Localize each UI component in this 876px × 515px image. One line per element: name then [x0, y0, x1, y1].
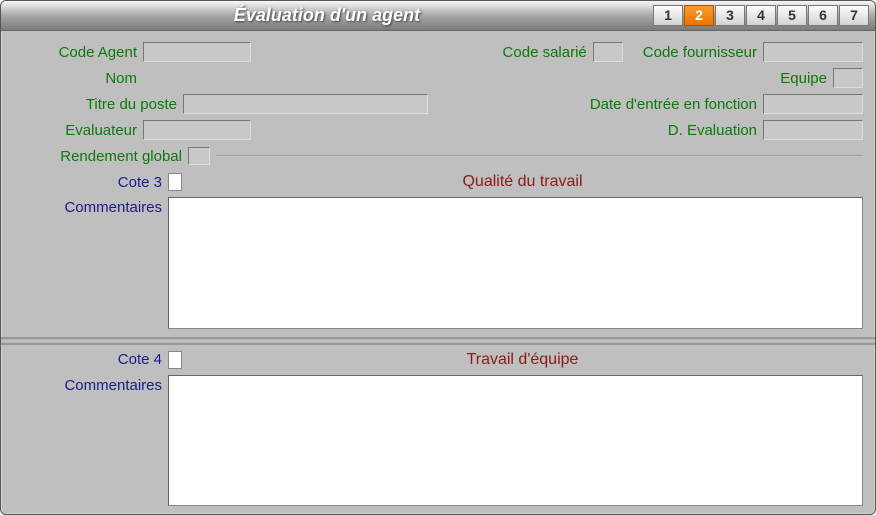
panel-separator [1, 337, 875, 345]
d-evaluation-field[interactable] [763, 120, 863, 140]
tab-1[interactable]: 1 [653, 5, 683, 26]
tab-2[interactable]: 2 [684, 5, 714, 26]
label-cote4: Cote 4 [13, 351, 168, 368]
label-evaluateur: Evaluateur [13, 122, 143, 139]
label-code-salarie: Code salarié [503, 44, 593, 61]
cote3-field[interactable] [168, 173, 182, 191]
comments4-textarea[interactable] [168, 375, 863, 507]
section-equipe-title: Travail d'équipe [182, 351, 863, 369]
page-tabs: 1234567 [653, 5, 869, 26]
tab-6[interactable]: 6 [808, 5, 838, 26]
form-content: Code Agent Code salarié Code fournisseur… [1, 31, 875, 514]
code-fournisseur-field[interactable] [763, 42, 863, 62]
label-code-agent: Code Agent [13, 44, 143, 61]
label-rendement-global: Rendement global [13, 148, 188, 165]
label-d-evaluation: D. Evaluation [668, 122, 763, 139]
label-code-fournisseur: Code fournisseur [643, 44, 763, 61]
comments3-textarea[interactable] [168, 197, 863, 329]
tab-7[interactable]: 7 [839, 5, 869, 26]
window-title: Évaluation d'un agent [1, 5, 653, 26]
label-comments3: Commentaires [13, 197, 168, 329]
divider [216, 155, 863, 157]
label-equipe: Equipe [780, 70, 833, 87]
label-comments4: Commentaires [13, 375, 168, 507]
label-date-entree: Date d'entrée en fonction [590, 96, 763, 113]
titlebar: Évaluation d'un agent 1234567 [1, 1, 875, 31]
evaluation-window: Évaluation d'un agent 1234567 Code Agent… [0, 0, 876, 515]
label-cote3: Cote 3 [13, 174, 168, 191]
label-titre-poste: Titre du poste [13, 96, 183, 113]
tab-5[interactable]: 5 [777, 5, 807, 26]
date-entree-field[interactable] [763, 94, 863, 114]
tab-4[interactable]: 4 [746, 5, 776, 26]
titre-poste-field[interactable] [183, 94, 428, 114]
section-qualite-title: Qualité du travail [182, 173, 863, 191]
evaluateur-field[interactable] [143, 120, 251, 140]
code-salarie-field[interactable] [593, 42, 623, 62]
code-agent-field[interactable] [143, 42, 251, 62]
equipe-field[interactable] [833, 68, 863, 88]
tab-3[interactable]: 3 [715, 5, 745, 26]
label-nom: Nom [13, 70, 143, 87]
cote4-field[interactable] [168, 351, 182, 369]
rendement-global-field[interactable] [188, 147, 210, 165]
